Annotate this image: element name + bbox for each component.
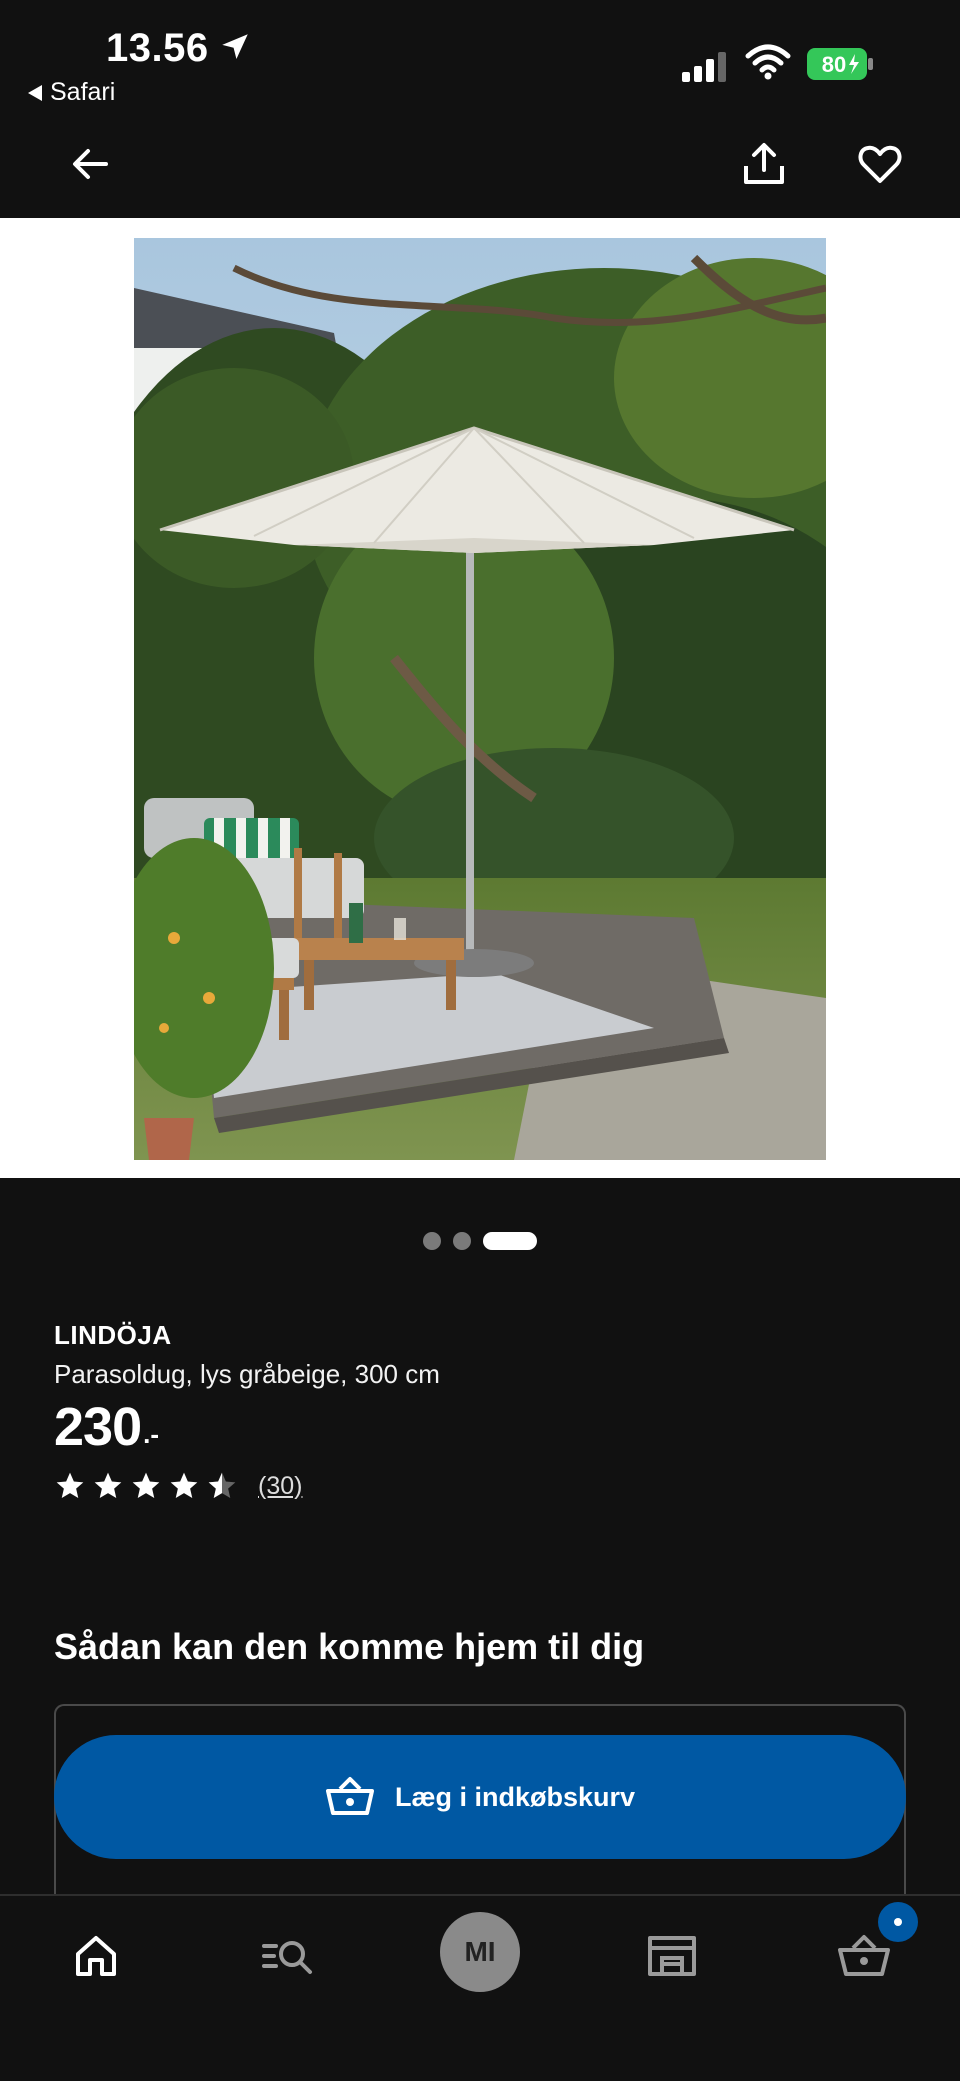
review-count-link[interactable]: (30) (258, 1472, 302, 1501)
gallery-dot-2[interactable] (453, 1232, 471, 1250)
gallery-dot-1[interactable] (423, 1232, 441, 1250)
share-icon[interactable] (740, 140, 788, 188)
star-full-icon (132, 1472, 160, 1498)
back-triangle-icon (28, 84, 42, 101)
location-arrow-icon (222, 34, 248, 60)
profile-avatar[interactable]: MI (440, 1912, 520, 1992)
cellular-signal-icon (682, 52, 726, 82)
add-to-cart-button[interactable]: Læg i indkøbskurv (54, 1735, 906, 1859)
rating-row[interactable]: (30) (54, 1470, 914, 1502)
product-name: LINDÖJA (54, 1320, 172, 1350)
battery-icon: 80 (807, 48, 873, 80)
top-nav (0, 110, 960, 218)
home-icon[interactable] (66, 1926, 126, 1986)
product-image-gallery[interactable] (0, 218, 960, 1178)
delivery-heading: Sådan kan den komme hjem til dig (54, 1626, 645, 1667)
gallery-pagination[interactable] (0, 1232, 960, 1250)
heart-favorite-icon[interactable] (856, 140, 904, 188)
basket-badge (878, 1902, 918, 1942)
back-arrow-icon[interactable] (66, 140, 114, 188)
clock: 13.56 (106, 26, 209, 70)
star-full-icon (56, 1472, 84, 1498)
status-bar: 13.56 Safari 80 (0, 0, 960, 110)
product-price: 230 .- (54, 1400, 914, 1454)
back-to-safari[interactable]: Safari (28, 78, 115, 107)
star-full-icon (94, 1472, 122, 1498)
star-full-icon (170, 1472, 198, 1498)
star-half-icon (208, 1472, 236, 1498)
product-photo-parasol-in-garden[interactable] (134, 238, 826, 1160)
bottom-tab-bar: MI (0, 1894, 960, 2081)
basket-icon (325, 1777, 374, 1815)
store-icon[interactable] (642, 1926, 702, 1986)
search-icon[interactable] (258, 1926, 318, 1986)
price-value: 230 (54, 1397, 142, 1457)
product-description: Parasoldug, lys gråbeige, 300 cm (54, 1359, 440, 1389)
price-suffix: .- (143, 1419, 159, 1449)
gallery-dot-3-active[interactable] (483, 1232, 537, 1250)
battery-level: 80 (822, 52, 846, 77)
product-info: LINDÖJA Parasoldug, lys gråbeige, 300 cm… (54, 1320, 914, 1502)
add-to-cart-label: Læg i indkøbskurv (394, 1781, 636, 1812)
wifi-icon (745, 44, 791, 80)
back-app-label: Safari (50, 78, 116, 106)
